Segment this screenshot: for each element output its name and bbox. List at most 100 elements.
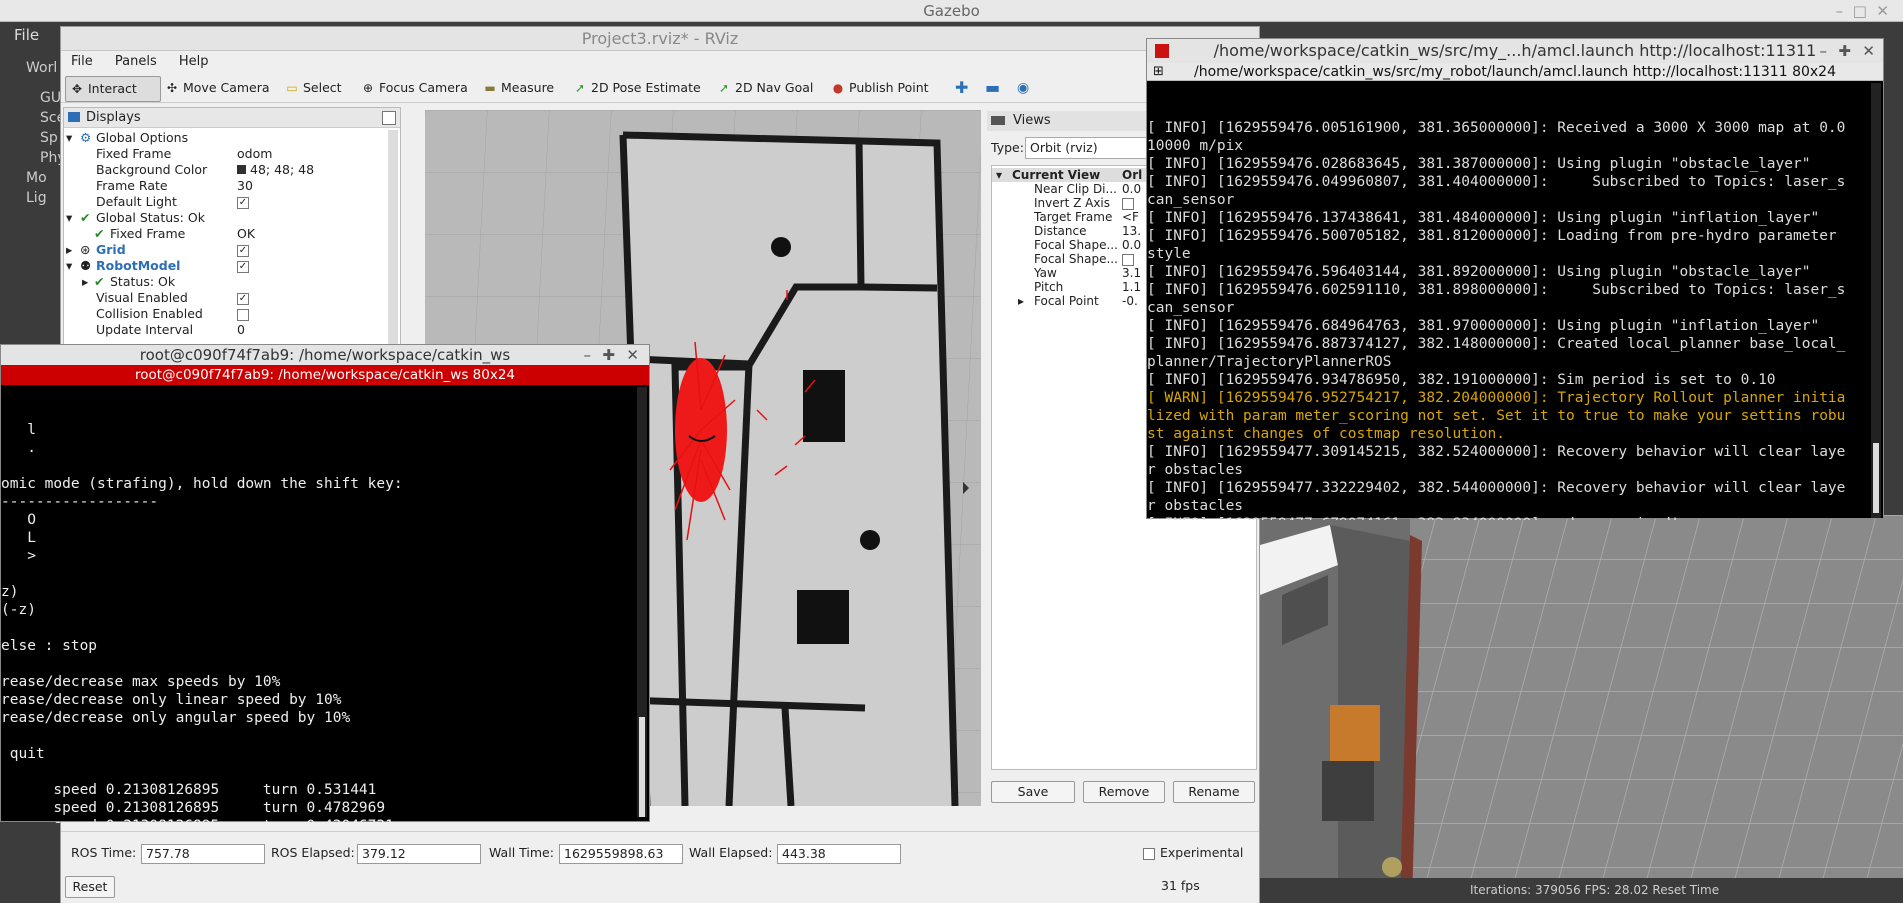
collapse-arrow-icon[interactable]: ▾ (66, 210, 72, 226)
minimize-icon[interactable]: – (584, 345, 592, 365)
gazebo-sidebar-gui[interactable]: GU (40, 90, 61, 106)
gazebo-sidebar: Worl GU Sce Sp Phy Mo Lig (0, 48, 66, 348)
term2-line: r obstacles (1147, 462, 1244, 478)
term1-title-bar: root@c090f74f7ab9: /home/workspace/catki… (1, 345, 649, 365)
term1-output[interactable]: l . omic mode (strafing), hold down the s… (1, 385, 637, 823)
displays-close-icon[interactable] (382, 111, 396, 125)
term2-title: /home/workspace/catkin_ws/src/my_...h/am… (1213, 41, 1817, 60)
display-row-global-status[interactable]: ▾ ✔ Global Status: Ok (64, 210, 384, 226)
invert-z-checkbox[interactable] (1122, 197, 1134, 210)
term2-scrollbar[interactable] (1871, 83, 1881, 518)
wall-elapsed-label: Wall Elapsed: (689, 845, 773, 860)
ros-time-field[interactable]: 757.78 (141, 844, 265, 864)
ros-elapsed-label: ROS Elapsed: (271, 845, 355, 860)
close-icon[interactable]: ✕ (626, 345, 639, 365)
collapse-arrow-icon[interactable]: ▾ (996, 168, 1002, 182)
display-row-update-interval[interactable]: Update Interval 0 (64, 322, 384, 338)
status-ok-check-icon: ✔ (94, 226, 105, 241)
collapse-arrow-icon[interactable]: ▾ (66, 258, 72, 274)
tool-focus-camera[interactable]: ⊕ Focus Camera (357, 76, 472, 100)
menu-panels[interactable]: Panels (115, 54, 157, 69)
display-row-grid[interactable]: ▸ ⊛ Grid ✓ (64, 242, 384, 258)
display-row-visual-enabled[interactable]: Visual Enabled ✓ (64, 290, 384, 306)
wall-elapsed-field[interactable]: 443.38 (777, 844, 901, 864)
reset-button[interactable]: Reset (65, 876, 115, 898)
expand-arrow-icon[interactable]: ▸ (66, 242, 72, 258)
term2-scroll-thumb[interactable] (1873, 443, 1879, 513)
tool-publish-point[interactable]: ● Publish Point (827, 76, 933, 100)
grid-checkbox[interactable]: ✓ (237, 244, 249, 257)
menu-help[interactable]: Help (179, 54, 209, 69)
views-rename-button[interactable]: Rename (1173, 781, 1255, 803)
tool-measure[interactable]: ▬ Measure (479, 76, 558, 100)
gazebo-sidebar-models[interactable]: Mo (26, 170, 47, 186)
term2-lines: [ INFO] [1629559476.005161900, 381.36500… (1147, 119, 1871, 520)
term1-tab[interactable]: root@c090f74f7ab9: /home/workspace/catki… (1, 365, 649, 385)
gazebo-3d-scene[interactable] (1260, 515, 1903, 903)
focus-camera-icon: ⊕ (362, 81, 374, 95)
menu-file[interactable]: File (71, 54, 93, 69)
minimize-icon[interactable]: – (1820, 39, 1828, 63)
tab-grid-icon[interactable]: ⊞ (1153, 63, 1164, 81)
term1-lines: l . omic mode (strafing), hold down the s… (1, 421, 637, 823)
gazebo-sidebar-spherical[interactable]: Sp (40, 130, 58, 146)
remove-tool-icon[interactable]: ▬ (981, 76, 1004, 100)
tool-move-camera[interactable]: ✣ Move Camera (161, 76, 274, 100)
term1-line (1, 619, 637, 637)
visual-enabled-checkbox[interactable]: ✓ (237, 292, 249, 305)
collapse-arrow-icon[interactable]: ▾ (66, 130, 72, 146)
maximize-icon[interactable]: ✚ (602, 345, 615, 365)
display-row-robot-status[interactable]: ▸ ✔ Status: Ok (64, 274, 384, 290)
ros-elapsed-field[interactable]: 379.12 (357, 844, 481, 864)
display-row-fixed-frame[interactable]: Fixed Frame odom (64, 146, 384, 162)
term2-line: [ INFO] [1629559476.596403144, 381.89200… (1147, 264, 1811, 280)
display-row-frame-rate[interactable]: Frame Rate 30 (64, 178, 384, 194)
add-tool-icon[interactable]: ✚ (951, 76, 972, 100)
term2-line: [ INFO] [1629559476.602591110, 381.89800… (1147, 282, 1846, 298)
tool-2d-pose-estimate[interactable]: ➚ 2D Pose Estimate (569, 76, 705, 100)
expand-arrow-icon[interactable]: ▸ (1018, 294, 1024, 308)
display-row-fixed-frame-status[interactable]: ✔ Fixed Frame OK (64, 226, 384, 242)
term1-line: rease/decrease max speeds by 10% (1, 674, 281, 690)
tool-interact[interactable]: ✥ Interact (65, 76, 161, 102)
views-remove-button[interactable]: Remove (1083, 781, 1165, 803)
amcl-terminal-window[interactable]: /home/workspace/catkin_ws/src/my_...h/am… (1146, 38, 1884, 520)
focal-shape-checkbox[interactable] (1122, 253, 1134, 266)
term1-line: rease/decrease only linear speed by 10% (1, 692, 342, 708)
gazebo-window-controls[interactable]: – □ ✕ (1836, 0, 1889, 22)
display-row-global-options[interactable]: ▾ ⚙ Global Options (64, 130, 384, 146)
experimental-checkbox[interactable]: Experimental (1143, 844, 1243, 862)
display-row-collision-enabled[interactable]: Collision Enabled (64, 306, 384, 322)
move-camera-icon: ✣ (166, 81, 178, 95)
close-icon[interactable]: ✕ (1862, 39, 1875, 63)
views-save-button[interactable]: Save (991, 781, 1075, 803)
gazebo-title-bar: Gazebo – □ ✕ (0, 0, 1903, 22)
display-row-default-light[interactable]: Default Light ✓ (64, 194, 384, 210)
term2-line: can_sensor (1147, 192, 1235, 208)
tool-select[interactable]: ▭ Select (281, 76, 346, 100)
default-light-checkbox[interactable]: ✓ (237, 196, 249, 209)
publish-point-icon: ● (832, 81, 844, 95)
term2-output[interactable]: [ INFO] [1629559476.005161900, 381.36500… (1147, 83, 1871, 520)
term1-line (1, 565, 637, 583)
gazebo-sidebar-world[interactable]: Worl (26, 60, 57, 76)
term1-line (1, 655, 637, 673)
display-row-background-color[interactable]: Background Color 48; 48; 48 (64, 162, 384, 178)
displays-scrollbar[interactable] (388, 130, 398, 370)
maximize-icon[interactable]: ✚ (1838, 39, 1851, 63)
term2-line: style (1147, 246, 1191, 262)
teleop-terminal-window[interactable]: root@c090f74f7ab9: /home/workspace/catki… (0, 344, 650, 823)
gazebo-sidebar-lights[interactable]: Lig (26, 190, 47, 206)
term2-tab[interactable]: ⊞ /home/workspace/catkin_ws/src/my_robot… (1147, 63, 1883, 81)
wall-time-field[interactable]: 1629559898.63 (559, 844, 683, 864)
display-row-robotmodel[interactable]: ▾ ⚉ RobotModel ✓ (64, 258, 384, 274)
tool-properties-eye-icon[interactable]: ◉ (1013, 76, 1033, 100)
expand-arrow-icon[interactable]: ▸ (82, 274, 88, 290)
term1-scroll-thumb[interactable] (639, 717, 645, 817)
term2-line: planner/TrajectoryPlannerROS (1147, 354, 1392, 370)
collision-enabled-checkbox[interactable] (237, 308, 249, 321)
camera-icon (991, 116, 1005, 125)
robotmodel-checkbox[interactable]: ✓ (237, 260, 249, 273)
term1-scrollbar[interactable] (637, 387, 647, 817)
tool-2d-nav-goal[interactable]: ➚ 2D Nav Goal (713, 76, 817, 100)
